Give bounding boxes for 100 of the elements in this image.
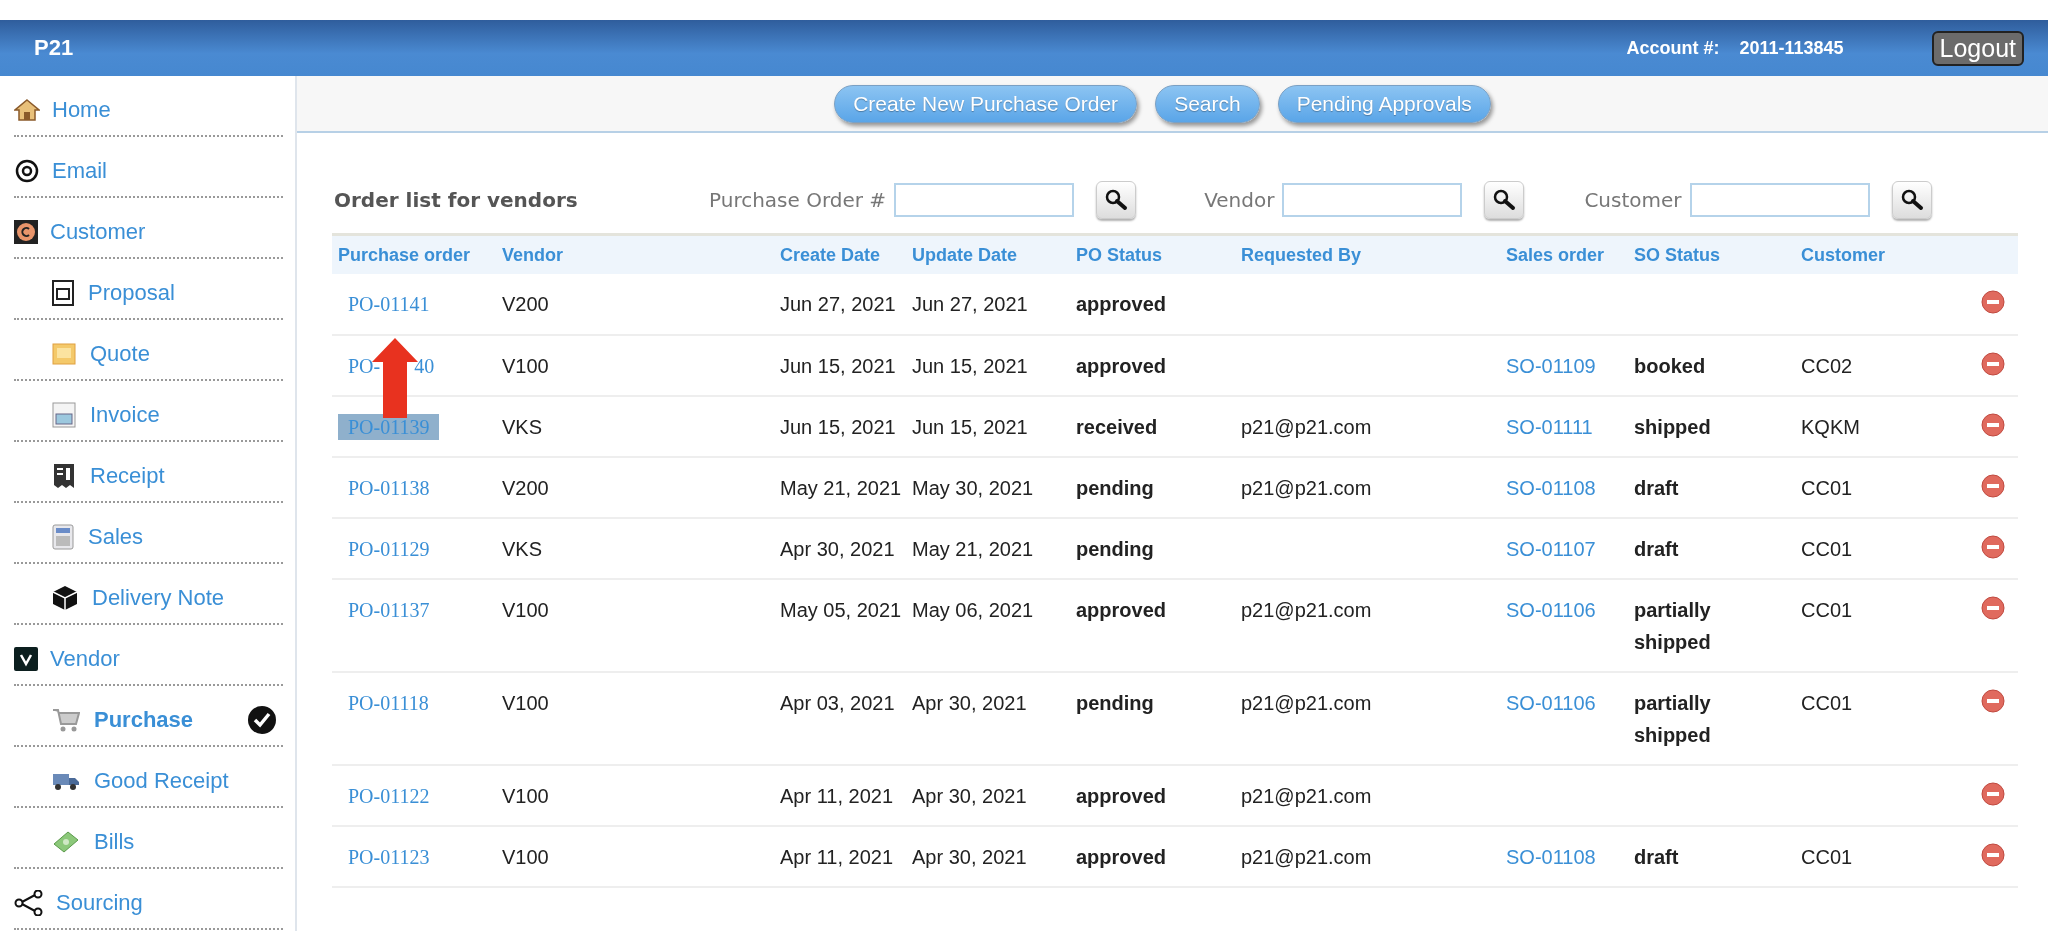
table-cell: VKS [502, 416, 543, 438]
sidebar-item[interactable]: Email [52, 157, 107, 184]
sidebar-item[interactable]: Bills [94, 828, 135, 855]
table-cell: CC01 [1801, 477, 1853, 499]
document-icon [52, 279, 74, 306]
table-cell: CC01 [1801, 538, 1853, 560]
search-button[interactable] [1891, 181, 1932, 219]
column-header[interactable]: Sales order [1500, 236, 1628, 274]
column-header[interactable]: Customer [1795, 236, 1975, 274]
status-text: draft [1634, 477, 1679, 499]
table-cell: p21@p21.com [1241, 785, 1372, 807]
table-cell: p21@p21.com [1241, 416, 1372, 438]
order-link[interactable]: PO-01138 [338, 475, 440, 501]
status-text: pending [1076, 538, 1154, 560]
remove-icon[interactable] [1981, 413, 2005, 437]
filter-field[interactable] [894, 183, 1075, 217]
order-link[interactable]: PO- 40 [338, 353, 445, 379]
status-text: partially shipped [1634, 692, 1711, 746]
sidebar-item[interactable]: Proposal [88, 279, 175, 306]
note-icon [52, 342, 76, 365]
table-cell: Apr 11, 2021 [780, 785, 894, 807]
table-cell: p21@p21.com [1241, 599, 1372, 621]
table-cell: V100 [502, 355, 549, 377]
table-cell: Jun 15, 2021 [912, 355, 1028, 377]
column-header[interactable]: Purchase order [332, 236, 496, 274]
table-cell: CC02 [1801, 355, 1853, 377]
sidebar-item[interactable]: Invoice [90, 401, 160, 428]
table-cell: V100 [502, 599, 549, 621]
sidebar-item[interactable]: Home [52, 96, 111, 123]
toolbar-button[interactable]: Create New Purchase Order [834, 84, 1138, 123]
search-icon [1104, 189, 1129, 211]
status-text: pending [1076, 477, 1154, 499]
order-link[interactable]: SO-01108 [1506, 846, 1596, 868]
remove-icon[interactable] [1981, 535, 2005, 559]
calculator-icon [52, 523, 74, 550]
table-cell: p21@p21.com [1241, 477, 1372, 499]
order-link[interactable]: PO-01141 [338, 291, 440, 317]
sidebar-item[interactable]: Sourcing [56, 889, 143, 916]
remove-icon[interactable] [1981, 474, 2005, 498]
banknote-icon [52, 829, 80, 854]
order-link[interactable]: PO-01123 [338, 844, 440, 870]
sidebar-item[interactable]: Purchase [94, 706, 194, 733]
status-text: partially shipped [1634, 599, 1711, 653]
toolbar-button[interactable]: Search [1155, 84, 1260, 123]
column-header[interactable]: Create Date [774, 236, 906, 274]
search-icon [1899, 189, 1924, 211]
column-header[interactable]: PO Status [1070, 236, 1235, 274]
order-link[interactable]: SO-01107 [1506, 538, 1596, 560]
table-cell: Jun 27, 2021 [912, 293, 1028, 315]
remove-icon[interactable] [1981, 352, 2005, 376]
field-label: Vendor [1204, 188, 1275, 212]
table-cell: May 30, 2021 [912, 477, 1034, 499]
cart-icon [52, 707, 80, 732]
toolbar-button[interactable]: Pending Approvals [1277, 84, 1491, 123]
filter-field[interactable] [1689, 183, 1870, 217]
remove-icon[interactable] [1981, 290, 2005, 314]
order-link[interactable]: SO-01109 [1506, 355, 1596, 377]
column-header[interactable]: SO Status [1628, 236, 1795, 274]
table-cell: Jun 15, 2021 [912, 416, 1028, 438]
order-link[interactable]: PO-01129 [338, 536, 440, 562]
status-text: shipped [1634, 416, 1711, 438]
sidebar-item[interactable]: Vendor [50, 645, 120, 672]
sidebar-item[interactable]: Receipt [90, 462, 165, 489]
order-link[interactable]: SO-01111 [1506, 416, 1593, 438]
letter-v-icon [14, 646, 38, 671]
remove-icon[interactable] [1981, 782, 2005, 806]
filter-field[interactable] [1282, 183, 1463, 217]
app-title: P21 [34, 35, 74, 61]
search-button[interactable] [1484, 181, 1525, 219]
remove-icon[interactable] [1981, 843, 2005, 867]
order-link[interactable]: PO-01137 [338, 597, 440, 623]
status-text: approved [1076, 293, 1167, 315]
order-link[interactable]: PO-01122 [338, 783, 440, 809]
sidebar-item[interactable]: Sales [88, 523, 144, 550]
sidebar-item[interactable]: Good Receipt [94, 767, 229, 794]
order-link[interactable]: SO-01106 [1506, 692, 1596, 714]
remove-icon[interactable] [1981, 689, 2005, 713]
table-cell: Apr 30, 2021 [912, 692, 1027, 714]
receipt-icon [52, 462, 76, 489]
table-cell: Apr 30, 2021 [912, 785, 1027, 807]
table-cell: CC01 [1801, 846, 1853, 868]
remove-icon[interactable] [1981, 596, 2005, 620]
order-link[interactable]: SO-01108 [1506, 477, 1596, 499]
search-button[interactable] [1096, 181, 1137, 219]
table-cell: V100 [502, 692, 549, 714]
network-icon [14, 889, 44, 916]
sidebar-item[interactable]: Delivery Note [92, 584, 225, 611]
logout-button[interactable]: Logout [1931, 30, 2024, 66]
status-text: booked [1634, 355, 1706, 377]
column-header[interactable]: Update Date [906, 236, 1070, 274]
sidebar-item[interactable]: Customer [50, 218, 146, 245]
sidebar-item[interactable]: Quote [90, 340, 150, 367]
column-header[interactable]: Requested By [1235, 236, 1500, 274]
order-link[interactable]: PO-01118 [338, 690, 439, 716]
column-header[interactable]: Vendor [496, 236, 774, 274]
status-text: approved [1076, 599, 1167, 621]
status-text: draft [1634, 846, 1679, 868]
order-link[interactable]: SO-01106 [1506, 599, 1596, 621]
account-number: 2011-113845 [1739, 37, 1844, 59]
field-label: Purchase Order # [709, 188, 887, 212]
